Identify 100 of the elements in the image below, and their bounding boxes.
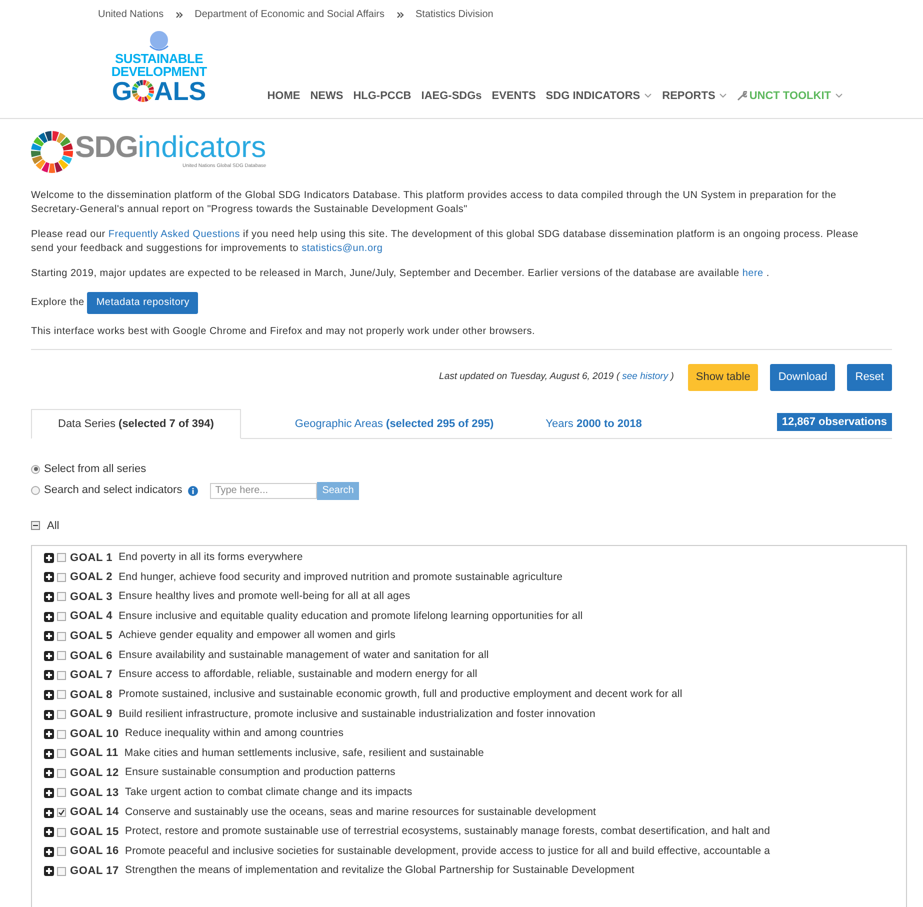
expand-icon[interactable]	[44, 768, 54, 778]
goal-code: GOAL 6	[70, 648, 113, 664]
checkbox[interactable]	[57, 710, 66, 720]
chevron-icon	[176, 12, 183, 18]
checkbox[interactable]	[57, 788, 66, 798]
goal-code: GOAL 7	[70, 668, 113, 684]
collapse-icon[interactable]	[31, 521, 40, 530]
logo-text: SUSTAINABLE	[115, 52, 203, 65]
checkbox[interactable]	[57, 651, 66, 660]
site-logo[interactable]: SUSTAINABLE DEVELOPMENT G ALS	[112, 30, 206, 104]
nav-link[interactable]: SDG INDICATORS	[546, 88, 652, 104]
tab[interactable]: Geographic Areas (selected 295 of 295)	[268, 410, 520, 438]
checkbox[interactable]	[57, 612, 66, 622]
goal-title: Reduce inequality within and among countries	[124, 726, 344, 742]
goal-title: Ensure access to affordable, reliable, sustainable and modern energy for all	[118, 667, 478, 682]
checkbox[interactable]	[57, 768, 66, 778]
goal-title: Achieve gender equality and empower all women and girls	[118, 628, 396, 644]
checkbox[interactable]	[57, 808, 66, 818]
expand-icon[interactable]	[44, 808, 54, 818]
goal-code: GOAL 11	[70, 746, 118, 762]
paragraph: Please read our Frequently Asked Questions if you need help using this site. The development of this global SDG database dissemination platform is an ongoing process. Please send your feedback and suggestions for improvements to statistics@un.org	[31, 228, 860, 256]
tab[interactable]: Years 2000 to 2018	[520, 410, 668, 438]
goal-title: Promote sustained, inclusive and sustainable economic growth, full and productive employment and decent work for all	[118, 687, 682, 702]
expand-icon[interactable]	[44, 670, 54, 680]
metadata-button[interactable]: Metadata repository	[87, 292, 198, 314]
goal-code: GOAL 3	[70, 590, 113, 605]
text-link[interactable]: here	[742, 268, 764, 279]
wheel-icon	[132, 80, 154, 102]
text-link[interactable]: statistics@un.org	[302, 243, 383, 254]
nav-link[interactable]: HOME	[267, 88, 300, 104]
nav-link[interactable]: NEWS	[310, 88, 344, 104]
expand-icon[interactable]	[44, 552, 54, 563]
nav-link[interactable]: REPORTS	[662, 88, 728, 104]
expand-icon[interactable]	[44, 710, 54, 720]
goal-title: Strengthen the means of implementation and revitalize the Global Partnership for Sustainable Development	[124, 863, 634, 878]
goal-code: GOAL 5	[70, 628, 113, 644]
wheel-logo-icon	[31, 131, 73, 173]
goal-title: Ensure inclusive and equitable quality education and promote lifelong learning opportunities for all	[118, 608, 583, 624]
expand-icon[interactable]	[44, 592, 54, 602]
checkbox[interactable]	[57, 828, 66, 837]
expand-icon[interactable]	[44, 572, 54, 582]
goal-title: End poverty in all its forms everywhere	[118, 550, 303, 565]
checkbox[interactable]	[57, 749, 66, 758]
goal-code: GOAL 12	[70, 766, 119, 782]
expand-icon[interactable]	[44, 827, 54, 838]
goal-code: GOAL 1	[70, 550, 113, 566]
radio-button[interactable]	[31, 486, 40, 495]
goal-code: GOAL 2	[70, 570, 113, 586]
action-button[interactable]: Reset	[847, 364, 892, 390]
action-button[interactable]: Show table	[688, 364, 758, 390]
checkbox[interactable]	[57, 670, 66, 680]
observations-badge: 12,867 observations	[776, 412, 892, 431]
logo-text: ALS	[154, 78, 206, 104]
goal-title: Ensure sustainable consumption and production patterns	[124, 765, 396, 780]
chevron-icon	[396, 12, 404, 18]
paragraph: Welcome to the dissemination platform of the Global SDG Indicators Database. This platform provides access to data compiled through the UN System in preparation for the Secretary-General's annual report on "Progress towards the Sustainable Development Goals"	[31, 189, 838, 217]
goal-code: GOAL 9	[70, 707, 113, 722]
expand-icon[interactable]	[44, 650, 54, 661]
browser-note: This interface works best with Google Chrome and Firefox and may not properly work under other browsers.	[31, 325, 536, 339]
breadcrumb-link[interactable]: United Nations	[98, 7, 164, 22]
goal-code: GOAL 15	[70, 824, 119, 840]
text-link[interactable]: Frequently Asked Questions	[108, 229, 240, 240]
breadcrumb-link[interactable]: Statistics Division	[416, 7, 494, 22]
checkbox[interactable]	[57, 847, 66, 856]
goal-code: GOAL 16	[70, 844, 119, 860]
expand-icon[interactable]	[44, 846, 54, 857]
checkbox[interactable]	[57, 690, 66, 700]
expand-icon[interactable]	[44, 612, 54, 622]
logo-text: SDG	[75, 133, 138, 164]
nav-link[interactable]: EVENTS	[492, 88, 536, 104]
goal-code: GOAL 4	[70, 609, 113, 624]
expand-icon[interactable]	[44, 690, 54, 700]
wrench-icon	[737, 90, 748, 101]
goal-title: Ensure healthy lives and promote well-being for all at all ages	[118, 589, 410, 604]
search-field[interactable]: Type here...	[210, 482, 318, 498]
history-link[interactable]: see history	[622, 371, 668, 382]
nav-link[interactable]: HLG-PCCB	[353, 88, 412, 104]
goal-title: Promote peaceful and inclusive societies for sustainable development, provide access to justice for all and build effective, accountable a	[124, 844, 770, 859]
caret-icon	[835, 93, 843, 98]
breadcrumb-link[interactable]: Department of Economic and Social Affairs	[194, 7, 385, 22]
checkbox[interactable]	[57, 572, 66, 582]
expand-icon[interactable]	[44, 631, 54, 642]
goal-title: Protect, restore and promote sustainable use of terrestrial ecosystems, sustainably manage forests, combat desertification, and halt and	[124, 824, 770, 840]
nav-link[interactable]: IAEG-SDGs	[421, 88, 482, 104]
paragraph: Starting 2019, major updates are expected to be released in March, June/July, September and December. Earlier versions of the database are available here .	[31, 267, 770, 281]
checkbox[interactable]	[57, 592, 66, 602]
checkbox[interactable]	[57, 553, 66, 562]
checkbox[interactable]	[57, 866, 66, 876]
expand-icon[interactable]	[44, 748, 54, 759]
expand-icon[interactable]	[44, 729, 54, 740]
checkbox[interactable]	[57, 632, 66, 641]
expand-icon[interactable]	[44, 788, 54, 798]
action-button[interactable]: Download	[770, 364, 836, 390]
tab[interactable]: Data Series (selected 7 of 394)	[31, 408, 241, 439]
radio-button[interactable]	[31, 464, 40, 474]
expand-icon[interactable]	[44, 866, 54, 876]
globe-icon	[147, 30, 171, 52]
logo-text: DEVELOPMENT	[111, 65, 207, 78]
metadata-label: Explore the	[31, 296, 84, 310]
checkbox[interactable]	[57, 730, 66, 739]
